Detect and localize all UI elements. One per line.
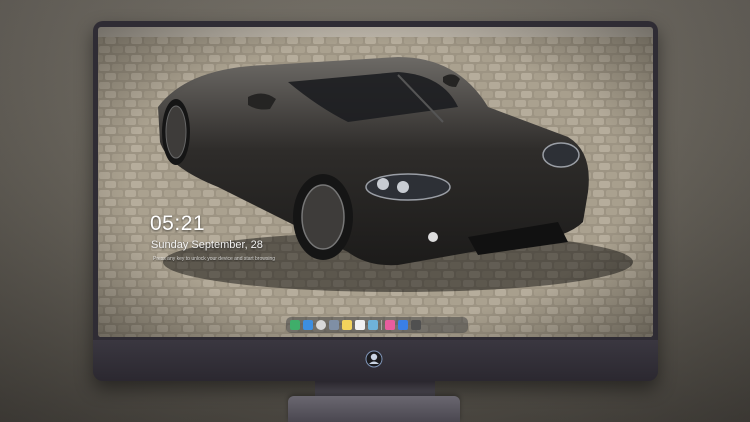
lock-date: Sunday September, 28 [151, 239, 263, 251]
appstore-icon[interactable] [398, 320, 408, 330]
monitor-stand-base [288, 396, 460, 422]
dock [286, 317, 468, 333]
safari-icon[interactable] [316, 320, 326, 330]
calendar-icon[interactable] [355, 320, 365, 330]
notes-icon[interactable] [342, 320, 352, 330]
wallpaper-image [98, 27, 653, 337]
brand-logo-icon [365, 350, 383, 368]
messages-icon[interactable] [303, 320, 313, 330]
finder-icon[interactable] [290, 320, 300, 330]
lock-screen[interactable]: 05:21 Sunday September, 28 Press any key… [98, 27, 653, 337]
photos-icon[interactable] [368, 320, 378, 330]
music-icon[interactable] [385, 320, 395, 330]
dock-separator [381, 320, 382, 330]
camera-icon[interactable] [411, 320, 421, 330]
unlock-hint: Press any key to unlock your device and … [153, 256, 276, 262]
lock-clock: 05:21 [150, 212, 206, 235]
launchpad-icon[interactable] [329, 320, 339, 330]
